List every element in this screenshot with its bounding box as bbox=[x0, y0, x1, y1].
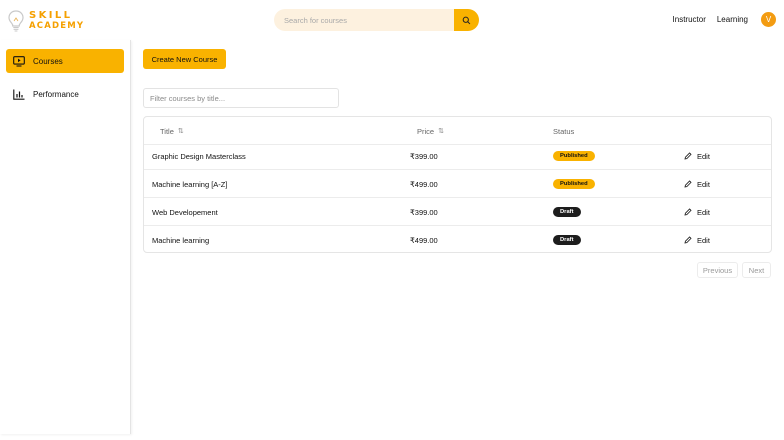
table-row: Web Developement ₹399.00 Draft Edit bbox=[144, 198, 771, 226]
monitor-play-icon bbox=[13, 55, 25, 67]
sidebar-item-label: Performance bbox=[33, 89, 79, 99]
pencil-icon bbox=[684, 236, 692, 244]
edit-button[interactable]: Edit bbox=[684, 142, 710, 170]
column-price-label: Price bbox=[417, 126, 435, 136]
nav-learning-link[interactable]: Learning bbox=[717, 15, 748, 24]
status-cell: Draft bbox=[553, 226, 581, 252]
pencil-icon bbox=[684, 208, 692, 216]
header-nav: Instructor Learning V bbox=[673, 12, 776, 27]
edit-label: Edit bbox=[697, 207, 710, 217]
course-title: Machine learning [A-Z] bbox=[152, 179, 228, 189]
sort-icon: ⇅ bbox=[438, 128, 444, 135]
search-icon bbox=[462, 16, 471, 24]
course-price: ₹399.00 bbox=[410, 207, 438, 217]
avatar[interactable]: V bbox=[761, 12, 776, 27]
pencil-icon bbox=[684, 180, 692, 188]
status-badge: Draft bbox=[553, 207, 581, 217]
course-price: ₹399.00 bbox=[410, 151, 438, 161]
table-row: Machine learning [A-Z] ₹499.00 Published… bbox=[144, 170, 771, 198]
edit-label: Edit bbox=[697, 179, 710, 189]
edit-button[interactable]: Edit bbox=[684, 226, 710, 252]
courses-table: Title ⇅ Price ⇅ Status Graphic Design Ma… bbox=[143, 116, 772, 253]
search-input[interactable] bbox=[274, 9, 454, 31]
edit-label: Edit bbox=[697, 235, 710, 245]
search-button[interactable] bbox=[454, 9, 479, 31]
status-cell: Draft bbox=[553, 198, 581, 226]
search-bar bbox=[274, 9, 479, 31]
pencil-icon bbox=[684, 152, 692, 160]
course-title: Graphic Design Masterclass bbox=[152, 151, 246, 161]
column-header-status: Status bbox=[553, 117, 574, 145]
brand-line-1: SKILL bbox=[29, 10, 73, 21]
edit-button[interactable]: Edit bbox=[684, 198, 710, 226]
brand-line-2: ACADEMY bbox=[29, 21, 85, 31]
next-page-button[interactable]: Next bbox=[742, 262, 771, 278]
sidebar-item-performance[interactable]: Performance bbox=[6, 82, 124, 106]
course-title: Machine learning bbox=[152, 235, 210, 245]
status-badge: Draft bbox=[553, 235, 581, 245]
course-price: ₹499.00 bbox=[410, 179, 438, 189]
table-row: Machine learning ₹499.00 Draft Edit bbox=[144, 226, 771, 252]
column-header-title[interactable]: Title ⇅ bbox=[160, 117, 184, 145]
table-header-row: Title ⇅ Price ⇅ Status bbox=[144, 117, 771, 145]
column-title-label: Title bbox=[160, 126, 174, 136]
previous-page-button[interactable]: Previous bbox=[697, 262, 738, 278]
table-row: Graphic Design Masterclass ₹399.00 Publi… bbox=[144, 142, 771, 170]
create-course-button[interactable]: Create New Course bbox=[143, 49, 226, 69]
sort-icon: ⇅ bbox=[177, 128, 184, 135]
column-header-price[interactable]: Price ⇅ bbox=[417, 117, 444, 145]
filter-input[interactable] bbox=[143, 88, 339, 108]
course-price: ₹499.00 bbox=[410, 235, 438, 245]
status-cell: Published bbox=[553, 170, 595, 198]
bar-chart-icon bbox=[13, 88, 25, 100]
status-badge: Published bbox=[553, 179, 595, 189]
sidebar-item-courses[interactable]: Courses bbox=[6, 49, 124, 73]
edit-button[interactable]: Edit bbox=[684, 170, 710, 198]
column-status-label: Status bbox=[553, 126, 575, 136]
brand-wordmark: SKILL ACADEMY bbox=[29, 10, 85, 32]
nav-instructor-link[interactable]: Instructor bbox=[673, 15, 706, 24]
brand-logo[interactable]: SKILL ACADEMY bbox=[7, 9, 84, 33]
top-header: SKILL ACADEMY Instructor Learning V bbox=[0, 0, 784, 40]
lightbulb-icon bbox=[8, 10, 24, 32]
status-cell: Published bbox=[553, 142, 595, 170]
edit-label: Edit bbox=[697, 151, 710, 161]
course-title: Web Developement bbox=[152, 207, 218, 217]
sidebar-item-label: Courses bbox=[33, 56, 63, 66]
status-badge: Published bbox=[553, 151, 595, 161]
sidebar: Courses Performance bbox=[0, 40, 131, 434]
